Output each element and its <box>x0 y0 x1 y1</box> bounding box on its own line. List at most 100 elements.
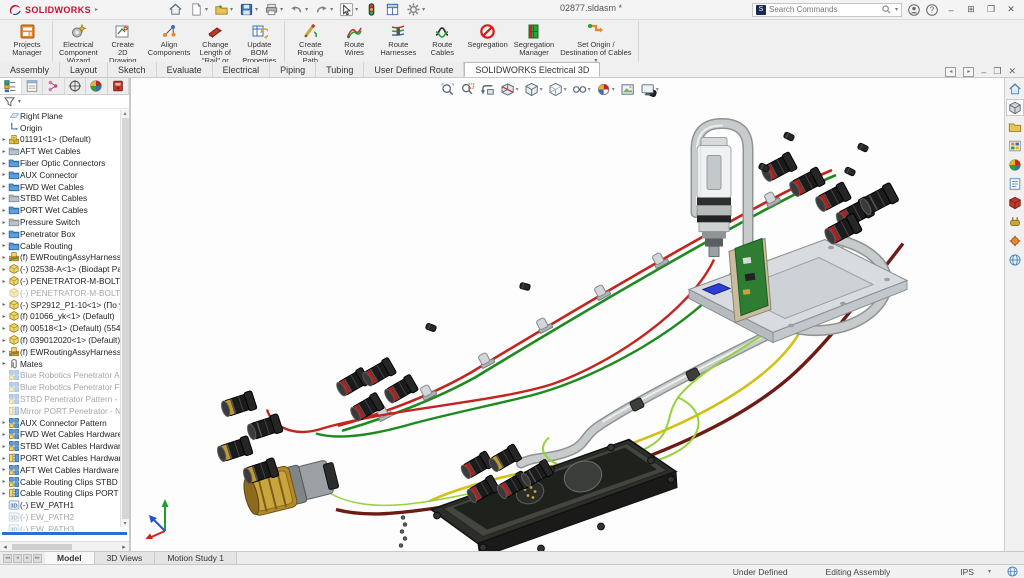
tab-assembly[interactable]: Assembly <box>0 62 60 77</box>
tab-evaluate[interactable]: Evaluate <box>157 62 213 77</box>
new-document-caret-icon[interactable]: ▾ <box>205 6 208 13</box>
sheet-tab-3d-views[interactable]: 3D Views <box>95 552 156 564</box>
tree-item[interactable]: ▸Mates <box>0 358 129 370</box>
zoom-area-button[interactable] <box>459 81 476 98</box>
open-document-button[interactable]: ▾ <box>212 1 235 18</box>
expand-arrow-icon[interactable]: ▸ <box>0 313 8 320</box>
tab-electrical[interactable]: Electrical <box>213 62 271 77</box>
apply-scene-button[interactable] <box>619 81 636 98</box>
tree-item[interactable]: ▸AUX Connector <box>0 169 129 181</box>
panel-tab-dimxpert-manager[interactable] <box>65 78 87 94</box>
tab-piping[interactable]: Piping <box>270 62 316 77</box>
tree-item[interactable]: ▸STBD Wet Cables Hardware Pattern <box>0 440 129 452</box>
task-pane-appearances-scenes[interactable] <box>1006 156 1024 173</box>
tree-item[interactable]: ▸Cable Routing <box>0 240 129 252</box>
ribbon-update-bom-button[interactable]: Update BOM Properties <box>237 21 281 66</box>
ribbon-projects-manager-button[interactable]: Projects Manager <box>5 21 49 58</box>
ribbon-align-components-button[interactable]: Align Components <box>145 21 194 58</box>
doc-close-button[interactable]: ✕ <box>1008 66 1016 77</box>
tree-item[interactable]: Right Plane <box>0 110 129 122</box>
view-settings-button[interactable]: ▾ <box>639 81 660 98</box>
view-settings-caret-icon[interactable]: ▾ <box>656 86 659 93</box>
display-style-caret-icon[interactable]: ▾ <box>564 86 567 93</box>
print-button[interactable]: ▾ <box>262 1 285 18</box>
search-caret-icon[interactable]: ▾ <box>895 6 898 13</box>
redo-button[interactable]: ▾ <box>312 1 335 18</box>
search-commands-box[interactable]: S ▾ <box>752 3 902 17</box>
vscroll-thumb[interactable] <box>122 118 129 519</box>
expand-arrow-icon[interactable]: ▸ <box>0 148 8 155</box>
hide-show-items-caret-icon[interactable]: ▾ <box>588 86 591 93</box>
tree-item[interactable]: ▸(-) 02538-A<1> (Biodapt Part.prtdo <box>0 263 129 275</box>
panel-tab-configuration-manager[interactable] <box>43 78 65 94</box>
expand-arrow-icon[interactable]: ▸ <box>0 478 8 485</box>
panel-tab-feature-manager[interactable] <box>0 78 22 94</box>
panel-tab-display-manager[interactable] <box>86 78 108 94</box>
tree-item[interactable]: ▸Penetrator Box <box>0 228 129 240</box>
select-button[interactable]: ▾ <box>337 1 360 18</box>
expand-arrow-icon[interactable]: ▸ <box>0 360 8 367</box>
units-selector[interactable]: IPS <box>960 567 974 577</box>
tab-user-defined-route[interactable]: User Defined Route <box>364 62 464 77</box>
tree-vertical-scrollbar[interactable]: ▴ ▾ <box>120 110 129 527</box>
expand-arrow-icon[interactable]: ▸ <box>0 301 8 308</box>
tree-item[interactable]: Blue Robotics Penetrator AFT - NO <box>0 370 129 382</box>
home-button[interactable] <box>166 1 185 18</box>
sheet-tab-model[interactable]: Model <box>45 552 95 564</box>
tree-item[interactable]: 3D(-) EW_PATH2 <box>0 511 129 523</box>
doc-previous-icon[interactable]: ◂ <box>945 67 956 77</box>
help-icon[interactable]: ? <box>926 4 938 16</box>
tree-item[interactable]: ▸(f) EWRoutingAssyHarness_H3[375 <box>0 346 129 358</box>
graphics-viewport[interactable]: ▾▾▾▾▾▾ <box>131 78 1004 551</box>
print-caret-icon[interactable]: ▾ <box>280 6 283 13</box>
search-icon[interactable] <box>882 5 891 14</box>
tree-item[interactable]: ▸AFT Wet Cables <box>0 145 129 157</box>
expand-arrow-icon[interactable]: ▸ <box>0 419 8 426</box>
task-pane-solidworks-resources[interactable] <box>1006 80 1024 97</box>
scroll-up-icon[interactable]: ▴ <box>123 110 126 117</box>
expand-arrow-icon[interactable]: ▸ <box>0 337 8 344</box>
expand-arrow-icon[interactable]: ▸ <box>0 254 8 261</box>
tab-layout[interactable]: Layout <box>60 62 108 77</box>
tab-sketch[interactable]: Sketch <box>108 62 157 77</box>
task-pane-view-palette[interactable] <box>1006 137 1024 154</box>
brand-caret-icon[interactable]: ▸ <box>95 6 98 13</box>
tree-horizontal-scrollbar[interactable]: ◂ ▸ <box>0 541 129 551</box>
tree-item[interactable]: ▸PORT Wet Cables <box>0 204 129 216</box>
tree-item[interactable]: ▸(-) SP2912_P1-10<1> (По умолчан <box>0 299 129 311</box>
tree-item[interactable]: ▸AFT Wet Cables Hardware Pattern <box>0 464 129 476</box>
tree-item[interactable]: ▸FWD Wet Cables Hardware Pattern <box>0 429 129 441</box>
redo-caret-icon[interactable]: ▾ <box>330 6 333 13</box>
panel-tab-electrical-manager[interactable] <box>108 78 130 94</box>
assembly-3d-scene[interactable] <box>131 78 1004 551</box>
tree-item[interactable]: ▸PORT Wet Cables Hardware Mirror <box>0 452 129 464</box>
ribbon-route-wires-button[interactable]: Route Wires <box>332 21 376 58</box>
new-document-button[interactable]: ▾ <box>187 1 210 18</box>
expand-arrow-icon[interactable]: ▸ <box>0 348 8 355</box>
cascade-windows-button[interactable]: ❐ <box>984 4 998 15</box>
expand-arrow-icon[interactable]: ▸ <box>0 490 8 497</box>
tree-item[interactable]: ▸Cable Routing Clips PORT <box>0 488 129 500</box>
ribbon-route-cables-button[interactable]: Route Cables <box>420 21 464 58</box>
undo-caret-icon[interactable]: ▾ <box>305 6 308 13</box>
task-pane-solidworks-forum[interactable] <box>1006 194 1024 211</box>
tree-item[interactable]: ▸(f) 01066_yk<1> (Default) <box>0 311 129 323</box>
task-pane-custom-properties[interactable] <box>1006 175 1024 192</box>
previous-view-button[interactable] <box>479 81 496 98</box>
expand-arrow-icon[interactable]: ▸ <box>0 443 8 450</box>
expand-arrow-icon[interactable]: ▸ <box>0 325 8 332</box>
expand-arrow-icon[interactable]: ▸ <box>0 230 8 237</box>
save-caret-icon[interactable]: ▾ <box>255 6 258 13</box>
expand-arrow-icon[interactable]: ▸ <box>0 455 8 462</box>
search-input[interactable] <box>769 5 879 14</box>
minimize-button[interactable]: – <box>944 5 958 15</box>
task-pane-file-explorer[interactable] <box>1006 118 1024 135</box>
expand-arrow-icon[interactable]: ▸ <box>0 207 8 214</box>
edit-appearance-caret-icon[interactable]: ▾ <box>612 86 615 93</box>
expand-arrow-icon[interactable]: ▸ <box>0 171 8 178</box>
search-scope-icon[interactable]: S <box>756 5 766 15</box>
expand-arrow-icon[interactable]: ▸ <box>0 266 8 273</box>
hide-show-items-button[interactable]: ▾ <box>571 81 592 98</box>
options-button[interactable]: ▾ <box>404 1 427 18</box>
tree-item[interactable]: Mirror PORT Penetrator - NO WET <box>0 405 129 417</box>
